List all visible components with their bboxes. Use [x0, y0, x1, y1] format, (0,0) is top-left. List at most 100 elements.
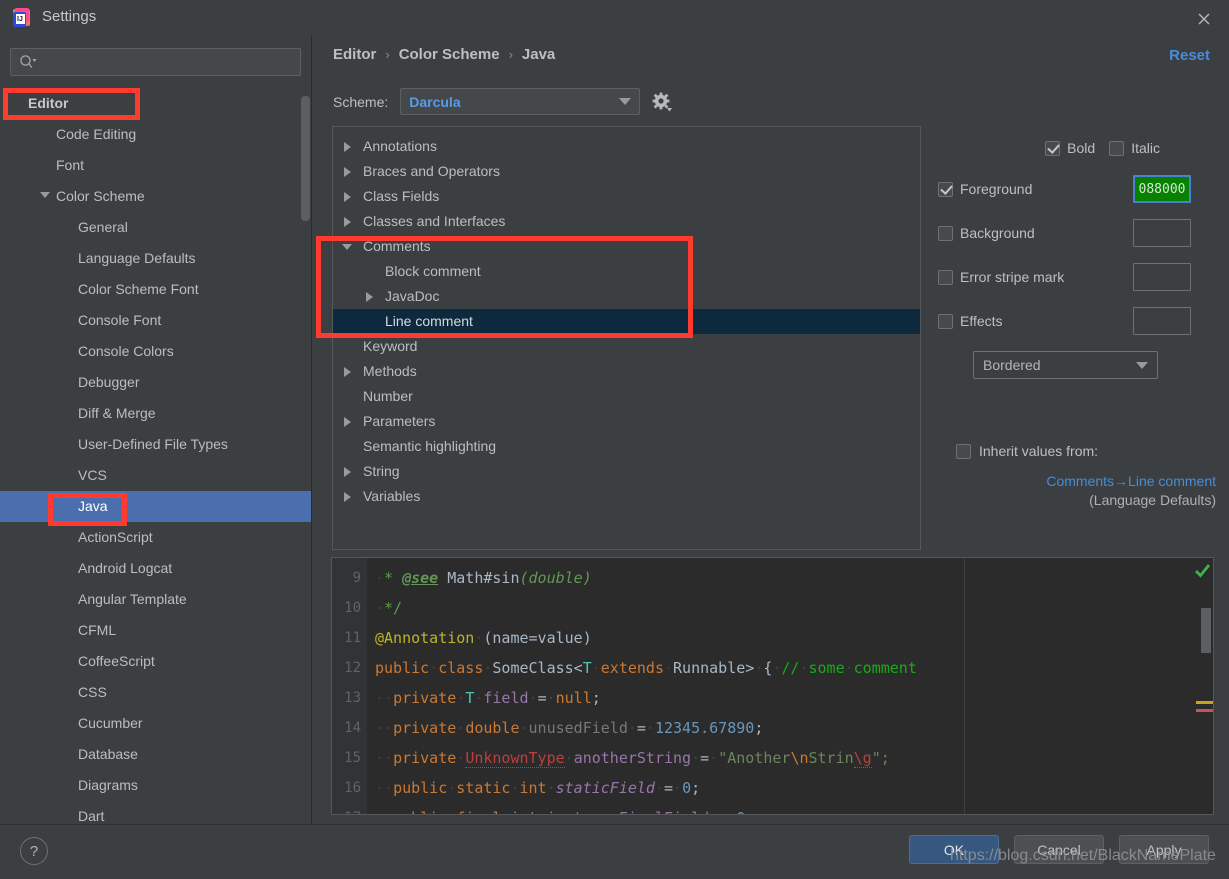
warning-stripe-marker[interactable]	[1196, 701, 1213, 704]
sidebar-item-diff-merge[interactable]: Diff & Merge	[0, 398, 311, 429]
effect-type-select[interactable]: Bordered	[973, 351, 1158, 379]
sidebar-item-debugger[interactable]: Debugger	[0, 367, 311, 398]
error-stripe-checkbox-box[interactable]	[938, 269, 953, 285]
chevron-right-icon[interactable]	[344, 192, 351, 202]
chevron-right-icon[interactable]	[344, 167, 351, 177]
sidebar-item-coffeescript[interactable]: CoffeeScript	[0, 646, 311, 677]
breadcrumb-item-color-scheme[interactable]: Color Scheme	[399, 46, 500, 63]
search-input[interactable]	[37, 54, 300, 70]
error-stripe-color-swatch[interactable]	[1133, 263, 1191, 291]
sidebar-item-java[interactable]: Java	[0, 491, 311, 522]
chevron-right-icon[interactable]	[344, 142, 351, 152]
attribute-item-classes-and-interfaces[interactable]: Classes and Interfaces	[333, 209, 920, 234]
sidebar-item-color-scheme-font[interactable]: Color Scheme Font	[0, 274, 311, 305]
line-number: 12	[344, 660, 361, 676]
gear-icon[interactable]	[652, 92, 673, 112]
effect-type-value: Bordered	[983, 357, 1041, 373]
breadcrumb-item-java[interactable]: Java	[522, 46, 555, 63]
effects-checkbox-box[interactable]	[938, 313, 953, 329]
code-line: 11 @Annotation·(name=value)	[332, 623, 1213, 653]
help-button[interactable]: ?	[20, 837, 48, 865]
chevron-right-icon[interactable]	[344, 367, 351, 377]
chevron-right-icon[interactable]	[344, 492, 351, 502]
error-stripe-checkbox[interactable]: Error stripe mark	[938, 269, 1133, 285]
foreground-color-swatch[interactable]: 088000	[1133, 175, 1191, 203]
sidebar-scrollbar-thumb[interactable]	[301, 96, 310, 221]
breadcrumb: Editor › Color Scheme › Java	[333, 46, 555, 63]
error-stripe-marker[interactable]	[1196, 709, 1213, 712]
inherit-source-link[interactable]: Comments→Line comment	[938, 473, 1218, 489]
scheme-select[interactable]: Darcula	[400, 88, 641, 115]
apply-button[interactable]: Apply	[1119, 835, 1209, 864]
sidebar-item-cucumber[interactable]: Cucumber	[0, 708, 311, 739]
chevron-down-icon[interactable]	[40, 192, 50, 198]
foreground-checkbox-box[interactable]	[938, 181, 953, 197]
chevron-down-icon[interactable]	[342, 244, 352, 250]
sidebar-item-code-editing[interactable]: Code Editing	[0, 119, 311, 150]
search-box[interactable]	[10, 48, 301, 76]
inherit-row[interactable]: Inherit values from:	[956, 443, 1218, 459]
foreground-checkbox[interactable]: Foreground	[938, 181, 1133, 197]
sidebar-item-font[interactable]: Font	[0, 150, 311, 181]
bold-checkbox-box[interactable]	[1045, 140, 1061, 156]
sidebar-item-actionscript[interactable]: ActionScript	[0, 522, 311, 553]
preview-scrollbar-thumb[interactable]	[1201, 608, 1211, 653]
sidebar-item-cfml[interactable]: CFML	[0, 615, 311, 646]
sidebar-item-angular-template[interactable]: Angular Template	[0, 584, 311, 615]
sidebar-item-color-scheme[interactable]: Color Scheme	[0, 181, 311, 212]
sidebar-item-css[interactable]: CSS	[0, 677, 311, 708]
sidebar-item-dart[interactable]: Dart	[0, 801, 311, 824]
effects-color-swatch[interactable]	[1133, 307, 1191, 335]
sidebar-item-editor[interactable]: Editor	[0, 88, 311, 119]
color-attributes-tree: Annotations Braces and Operators Class Fie…	[332, 126, 921, 550]
attribute-item-methods[interactable]: Methods	[333, 359, 920, 384]
chevron-right-icon[interactable]	[344, 467, 351, 477]
attribute-item-line-comment[interactable]: Line comment	[333, 309, 920, 334]
attribute-item-number[interactable]: Number	[333, 384, 920, 409]
attribute-item-block-comment[interactable]: Block comment	[333, 259, 920, 284]
attribute-item-string[interactable]: String	[333, 459, 920, 484]
attribute-item-semantic-highlighting[interactable]: Semantic highlighting	[333, 434, 920, 459]
ok-button[interactable]: OK	[909, 835, 999, 864]
attribute-item-javadoc[interactable]: JavaDoc	[333, 284, 920, 309]
background-checkbox[interactable]: Background	[938, 225, 1133, 241]
close-icon[interactable]	[1193, 8, 1215, 30]
sidebar-item-database[interactable]: Database	[0, 739, 311, 770]
effects-checkbox[interactable]: Effects	[938, 313, 1133, 329]
chevron-right-icon[interactable]	[366, 292, 373, 302]
chevron-right-icon[interactable]	[344, 417, 351, 427]
reset-link[interactable]: Reset	[1169, 47, 1210, 64]
italic-checkbox[interactable]: Italic	[1109, 140, 1160, 156]
sidebar-item-label: General	[78, 219, 128, 235]
sidebar-item-user-defined-file-types[interactable]: User-Defined File Types	[0, 429, 311, 460]
sidebar-item-diagrams[interactable]: Diagrams	[0, 770, 311, 801]
cancel-button[interactable]: Cancel	[1014, 835, 1104, 864]
background-checkbox-box[interactable]	[938, 225, 953, 241]
chevron-down-icon	[1136, 361, 1148, 369]
attribute-item-braces-and-operators[interactable]: Braces and Operators	[333, 159, 920, 184]
background-color-swatch[interactable]	[1133, 219, 1191, 247]
code-preview[interactable]: 9 ·* @see Math#sin(double) 10 ·*/ 11 @Annot…	[331, 557, 1214, 815]
inherit-checkbox-box[interactable]	[956, 443, 971, 459]
attribute-item-label: Semantic highlighting	[363, 438, 497, 454]
sidebar-item-console-colors[interactable]: Console Colors	[0, 336, 311, 367]
sidebar-item-label: CSS	[78, 684, 107, 700]
attribute-item-parameters[interactable]: Parameters	[333, 409, 920, 434]
italic-checkbox-box[interactable]	[1109, 140, 1125, 156]
attribute-item-keyword[interactable]: Keyword	[333, 334, 920, 359]
sidebar-item-language-defaults[interactable]: Language Defaults	[0, 243, 311, 274]
sidebar-item-vcs[interactable]: VCS	[0, 460, 311, 491]
sidebar-item-android-logcat[interactable]: Android Logcat	[0, 553, 311, 584]
chevron-right-icon[interactable]	[344, 217, 351, 227]
breadcrumb-item-editor[interactable]: Editor	[333, 46, 376, 63]
preview-error-stripe-gutter[interactable]	[1195, 558, 1213, 814]
bold-checkbox[interactable]: Bold	[1045, 140, 1095, 156]
attribute-item-class-fields[interactable]: Class Fields	[333, 184, 920, 209]
sidebar-item-general[interactable]: General	[0, 212, 311, 243]
attribute-item-label: Parameters	[363, 413, 436, 429]
attribute-item-annotations[interactable]: Annotations	[333, 134, 920, 159]
sidebar-item-console-font[interactable]: Console Font	[0, 305, 311, 336]
attribute-item-variables[interactable]: Variables	[333, 484, 920, 509]
sidebar-item-label: Color Scheme Font	[78, 281, 199, 297]
attribute-item-comments[interactable]: Comments	[333, 234, 920, 259]
